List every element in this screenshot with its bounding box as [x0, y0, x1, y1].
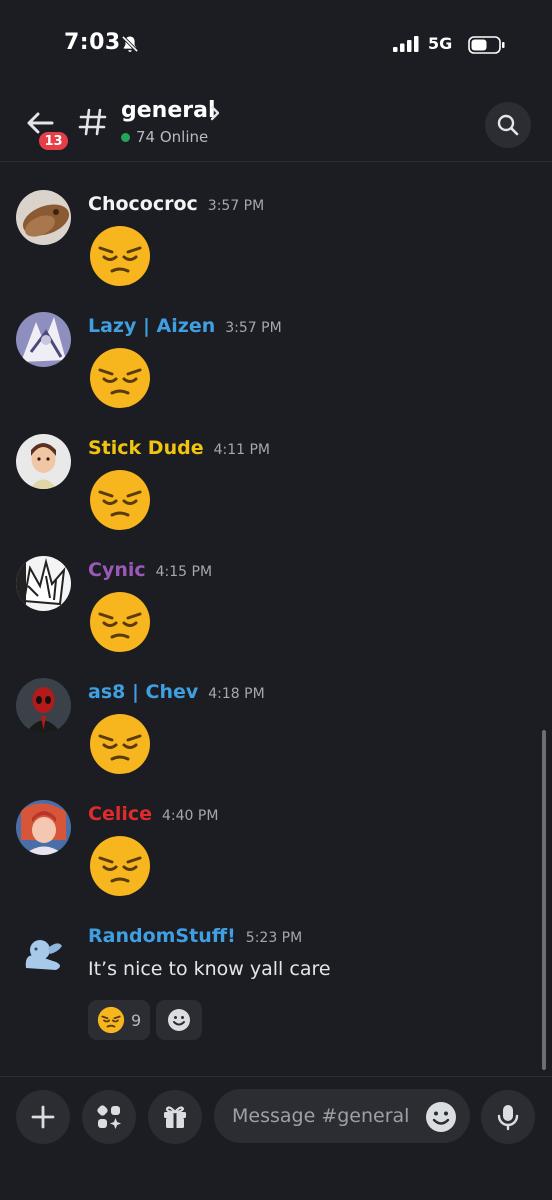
username[interactable]: Celice [88, 803, 152, 825]
chevron-right-icon[interactable] [208, 104, 222, 122]
timestamp: 3:57 PM [225, 320, 282, 336]
avatar[interactable] [16, 312, 71, 367]
username[interactable]: Lazy | Aizen [88, 315, 215, 337]
avatar[interactable] [16, 922, 71, 977]
channel-header: 13 general 74 Online [0, 90, 552, 162]
pensive-emoji [90, 348, 150, 408]
online-dot [121, 132, 130, 142]
message-item[interactable]: RandomStuff! 5:23 PM It’s nice to know y… [0, 922, 540, 1052]
message-item[interactable]: Chococroc 3:57 PM [0, 190, 540, 300]
signal-icon [393, 36, 419, 52]
message-text: It’s nice to know yall care [88, 958, 331, 980]
pensive-emoji [90, 470, 150, 530]
status-bar: 7:03 5G [0, 0, 552, 90]
avatar[interactable] [16, 434, 71, 489]
pensive-emoji [90, 714, 150, 774]
add-reaction-button[interactable] [156, 1000, 203, 1040]
bell-off-icon [121, 35, 139, 53]
add-attachment-button[interactable] [16, 1090, 70, 1144]
username[interactable]: RandomStuff! [88, 925, 236, 947]
username[interactable]: as8 | Chev [88, 681, 198, 703]
avatar[interactable] [16, 678, 71, 733]
microphone-icon [497, 1105, 519, 1131]
timestamp: 4:11 PM [213, 442, 270, 458]
hash-icon [78, 108, 107, 136]
emoji-icon[interactable] [425, 1101, 457, 1133]
voice-message-button[interactable] [481, 1090, 535, 1144]
online-status: 74 Online [121, 128, 208, 146]
search-icon [497, 114, 519, 136]
username[interactable]: Stick Dude [88, 437, 204, 459]
unread-badge: 13 [36, 129, 71, 153]
online-count: 74 Online [136, 128, 209, 146]
battery-icon [468, 36, 505, 54]
pensive-emoji [90, 226, 150, 286]
channel-name[interactable]: general [121, 98, 216, 123]
reactions: 9 [88, 1000, 203, 1040]
timestamp: 4:15 PM [155, 564, 213, 580]
apps-icon [97, 1105, 122, 1129]
username[interactable]: Cynic [88, 559, 146, 581]
scrollbar[interactable] [542, 730, 546, 1070]
reaction-count: 9 [131, 1010, 142, 1030]
message-item[interactable]: Lazy | Aizen 3:57 PM [0, 312, 540, 422]
message-item[interactable]: Celice 4:40 PM [0, 800, 540, 910]
gift-button[interactable] [148, 1090, 202, 1144]
username[interactable]: Chococroc [88, 193, 198, 215]
gift-icon [164, 1106, 186, 1128]
avatar[interactable] [16, 556, 71, 611]
timestamp: 5:23 PM [245, 930, 303, 946]
timestamp: 4:18 PM [208, 686, 265, 702]
message-item[interactable]: Cynic 4:15 PM [0, 556, 540, 666]
avatar[interactable] [16, 190, 71, 245]
plus-icon [31, 1105, 55, 1129]
message-item[interactable]: Stick Dude 4:11 PM [0, 434, 540, 544]
pensive-emoji [90, 592, 150, 652]
status-time: 7:03 [64, 30, 121, 55]
reaction-pensive[interactable]: 9 [88, 1000, 151, 1040]
network-type: 5G [428, 34, 453, 53]
avatar[interactable] [16, 800, 71, 855]
search-button[interactable] [485, 102, 531, 148]
pensive-emoji [90, 836, 150, 896]
message-item[interactable]: as8 | Chev 4:18 PM [0, 678, 540, 788]
emoji-icon [168, 1009, 191, 1031]
pensive-emoji-partial [104, 162, 134, 164]
timestamp: 4:40 PM [162, 808, 219, 824]
composer-bar [0, 1076, 552, 1200]
timestamp: 3:57 PM [207, 198, 265, 214]
pensive-emoji [97, 1006, 125, 1034]
apps-button[interactable] [82, 1090, 136, 1144]
message-list[interactable]: Chococroc 3:57 PM Lazy | Aizen 3:57 PM S… [0, 162, 552, 1074]
